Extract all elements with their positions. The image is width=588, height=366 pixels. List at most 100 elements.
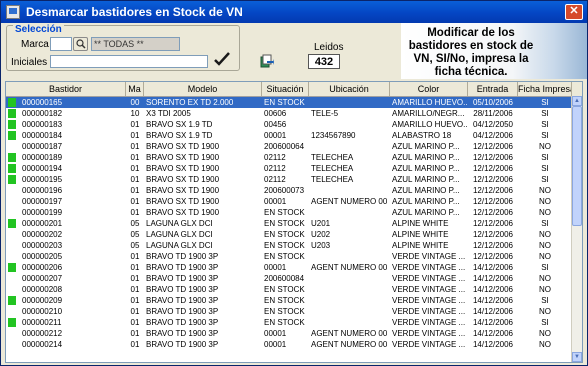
table-row[interactable]: 000000199 01 BRAVO SX TD 1900 EN STOCK AZUL … [6,207,572,218]
cell-color: AZUL MARINO P... [392,197,460,206]
column-header-bastidor[interactable]: Bastidor [6,82,126,96]
cell-bastidor: 000000194 [22,164,63,173]
table-row[interactable]: 000000209 01 BRAVO TD 1900 3P EN STOCK VERDE… [6,295,572,306]
cell-entrada: 14/12/2006 [472,307,514,316]
cell-ma: 01 [130,296,140,305]
table-row[interactable]: 000000197 01 BRAVO SX TD 1900 00001 AGENT NU… [6,196,572,207]
cell-bastidor: 000000211 [22,318,62,327]
table-row[interactable]: 000000203 05 LAGUNA GLX DCI EN STOCK U203 ALP… [6,240,572,251]
cell-ficha: NO [539,307,551,316]
table-row[interactable]: 000000210 01 BRAVO TD 1900 3P EN STOCK VERDE… [6,306,572,317]
printed-indicator [8,153,16,162]
cell-modelo: BRAVO SX 1.9 TD [146,120,213,129]
cell-ma: 01 [130,164,140,173]
cell-color: AZUL MARINO P... [392,208,460,217]
cell-modelo: BRAVO SX 1.9 TD [146,131,213,140]
table-row[interactable]: 000000214 01 BRAVO TD 1900 3P 00001 AGENT NU… [6,339,572,350]
cell-entrada: 14/12/2006 [472,274,514,283]
cell-bastidor: 000000210 [22,307,63,316]
cell-color: AMARILLO/NEGR... [392,109,465,118]
printed-indicator [8,164,16,173]
cell-sit: EN STOCK [264,318,305,327]
column-header-modelo[interactable]: Modelo [144,82,262,96]
printed-indicator [8,230,16,239]
table-row[interactable]: 000000212 01 BRAVO TD 1900 3P 00001 AGENT NU… [6,328,572,339]
table-row[interactable]: 000000189 01 BRAVO SX TD 1900 02112 TELECHEA… [6,152,572,163]
info-line-2: bastidores en stock de [408,40,534,52]
checkmark-icon [214,52,230,66]
cell-ubic [309,284,390,295]
cell-ma: 01 [130,197,140,206]
marca-search-button[interactable] [73,37,88,51]
close-button[interactable]: ✕ [565,4,583,20]
cell-modelo: BRAVO TD 1900 3P [146,318,219,327]
column-header-entrada[interactable]: Entrada [468,82,518,96]
cell-ubic: AGENT NUMERO 00 [311,329,388,338]
cell-ficha: SI [541,131,549,140]
cell-ma: 00 [130,98,140,107]
table-row[interactable]: 000000184 01 BRAVO SX 1.9 TD 00001 123456789… [6,130,572,141]
cell-sit: 00606 [264,109,287,118]
table-row[interactable]: 000000183 01 BRAVO SX 1.9 TD 00456 AMARILLO … [6,119,572,130]
table-row[interactable]: 000000165 00 SORENTO EX TD 2.000 EN STOCK AM… [6,97,572,108]
cell-color: AZUL MARINO P... [392,142,460,151]
cell-bastidor: 000000202 [22,230,63,239]
cell-color: ALPINE WHITE [392,230,449,239]
cell-bastidor: 000000183 [22,120,63,129]
title-bar[interactable]: Desmarcar bastidores en Stock de VN ✕ [1,1,587,23]
cell-modelo: BRAVO TD 1900 3P [146,296,219,305]
column-header-ficha[interactable]: Ficha Impresa [518,82,572,96]
cell-ma: 01 [130,329,140,338]
table-row[interactable]: 000000211 01 BRAVO TD 1900 3P EN STOCK VERDE… [6,317,572,328]
iniciales-field[interactable] [50,55,208,68]
table-row[interactable]: 000000196 01 BRAVO SX TD 1900 200600073 AZUL… [6,185,572,196]
confirm-button[interactable] [212,51,232,68]
scroll-thumb[interactable] [572,106,582,226]
table-row[interactable]: 000000194 01 BRAVO SX TD 1900 02112 TELECHEA… [6,163,572,174]
table-row[interactable]: 000000187 01 BRAVO SX TD 1900 200600064 AZUL… [6,141,572,152]
column-header-ma[interactable]: Ma [126,82,144,96]
table-row[interactable]: 000000195 01 BRAVO SX TD 1900 02112 TELECHEA… [6,174,572,185]
cell-ficha: SI [541,109,549,118]
cell-color: ALABASTRO 18 [392,131,452,140]
cell-modelo: BRAVO TD 1900 3P [146,285,219,294]
cell-ficha: NO [539,230,551,239]
table-row[interactable]: 000000207 01 BRAVO TD 1900 3P 200600084 VERD… [6,273,572,284]
table-row[interactable]: 000000182 10 X3 TDI 2005 00606 TELE-5 AMARILL… [6,108,572,119]
column-header-sit[interactable]: Situación [262,82,309,96]
export-icon[interactable] [260,54,274,68]
cell-bastidor: 000000208 [22,285,63,294]
cell-ubic: TELECHEA [311,164,354,173]
cell-ubic [309,119,390,130]
cell-sit: 00001 [264,263,287,272]
table-row[interactable]: 000000206 01 BRAVO TD 1900 3P 00001 AGENT NU… [6,262,572,273]
column-header-color[interactable]: Color [390,82,468,96]
cell-color: AMARILLO HUEVO... [392,120,468,129]
cell-bastidor: 000000212 [22,329,63,338]
table-row[interactable]: 000000202 05 LAGUNA GLX DCI EN STOCK U202 ALP… [6,229,572,240]
info-line-4: ficha técnica. [434,66,508,78]
column-header-ubic[interactable]: Ubicación [309,82,390,96]
cell-sit: EN STOCK [264,219,305,228]
cell-ubic: TELECHEA [311,175,354,184]
cell-sit: EN STOCK [264,307,305,316]
table-row[interactable]: 000000201 05 LAGUNA GLX DCI EN STOCK U201 ALP… [6,218,572,229]
marca-field[interactable] [50,37,72,51]
cell-bastidor: 000000201 [22,219,63,228]
cell-entrada: 14/12/2006 [472,285,514,294]
cell-ficha: NO [539,241,551,250]
cell-entrada: 14/12/2006 [472,340,514,349]
table-row[interactable]: 000000205 01 BRAVO TD 1900 3P EN STOCK VERDE… [6,251,572,262]
cell-entrada: 12/12/2006 [472,230,514,239]
printed-indicator [8,175,16,184]
vertical-scrollbar[interactable]: ▲ ▼ [571,96,582,362]
scroll-up-button[interactable]: ▲ [572,96,582,106]
cell-entrada: 12/12/2006 [472,164,514,173]
info-banner: Modificar de los bastidores en stock de … [401,23,587,79]
app-icon [6,5,20,19]
cell-ficha: SI [541,98,549,107]
scroll-down-button[interactable]: ▼ [572,352,582,362]
cell-ubic: AGENT NUMERO 00 [311,340,388,349]
table-row[interactable]: 000000208 01 BRAVO TD 1900 3P EN STOCK VERDE… [6,284,572,295]
seleccion-group: Selección Marca ** TODAS ** Iniciales [6,24,240,71]
